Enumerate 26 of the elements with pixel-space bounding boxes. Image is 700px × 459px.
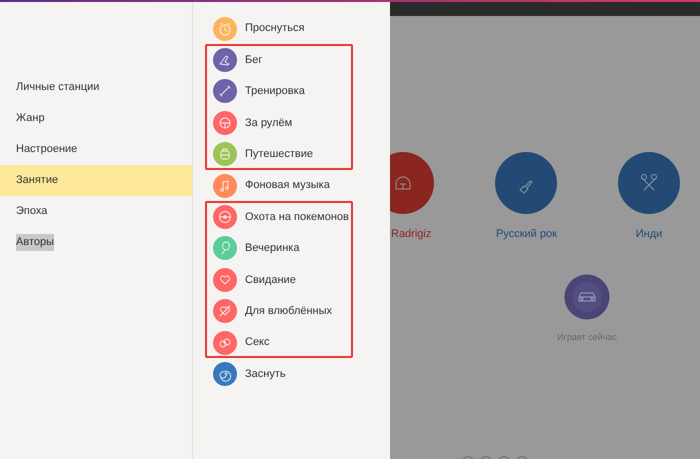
activity-item[interactable]: Фоновая музыка <box>245 177 330 194</box>
sidebar-item[interactable]: Личные станции <box>0 72 192 103</box>
station-label: Radrigiz <box>391 227 432 242</box>
station-label: Инди <box>634 227 664 242</box>
activity-item[interactable]: Свидание <box>245 272 296 288</box>
activity-item[interactable]: Проснуться <box>245 20 304 37</box>
sidebar-item[interactable]: Настроение <box>0 134 192 165</box>
station-button[interactable] <box>618 152 680 214</box>
activity-item[interactable]: Секс <box>245 334 270 351</box>
station-button[interactable] <box>495 152 557 214</box>
activity-item[interactable]: Для влюблённых <box>245 302 332 320</box>
station-button[interactable] <box>390 152 434 214</box>
sidebar-item[interactable]: Занятие <box>0 165 192 196</box>
sidebar-item[interactable]: Авторы <box>0 227 192 258</box>
activity-item[interactable]: Путешествие <box>245 146 314 162</box>
sidebar-item[interactable]: Жанр <box>0 103 192 134</box>
activity-item[interactable]: Вечеринка <box>245 240 300 257</box>
selected-text: Авторы <box>16 234 54 251</box>
now-playing-button[interactable] <box>564 274 610 320</box>
activity-item[interactable]: Заснуть <box>245 366 286 382</box>
activity-item[interactable]: Бег <box>245 52 262 68</box>
activity-item[interactable]: За рулём <box>245 114 292 132</box>
activity-item[interactable]: Охота на покемонов <box>245 208 349 226</box>
activity-item[interactable]: Тренировка <box>245 83 305 100</box>
sidebar-item[interactable]: Эпоха <box>0 196 192 227</box>
station-label: Русский рок <box>496 227 556 242</box>
